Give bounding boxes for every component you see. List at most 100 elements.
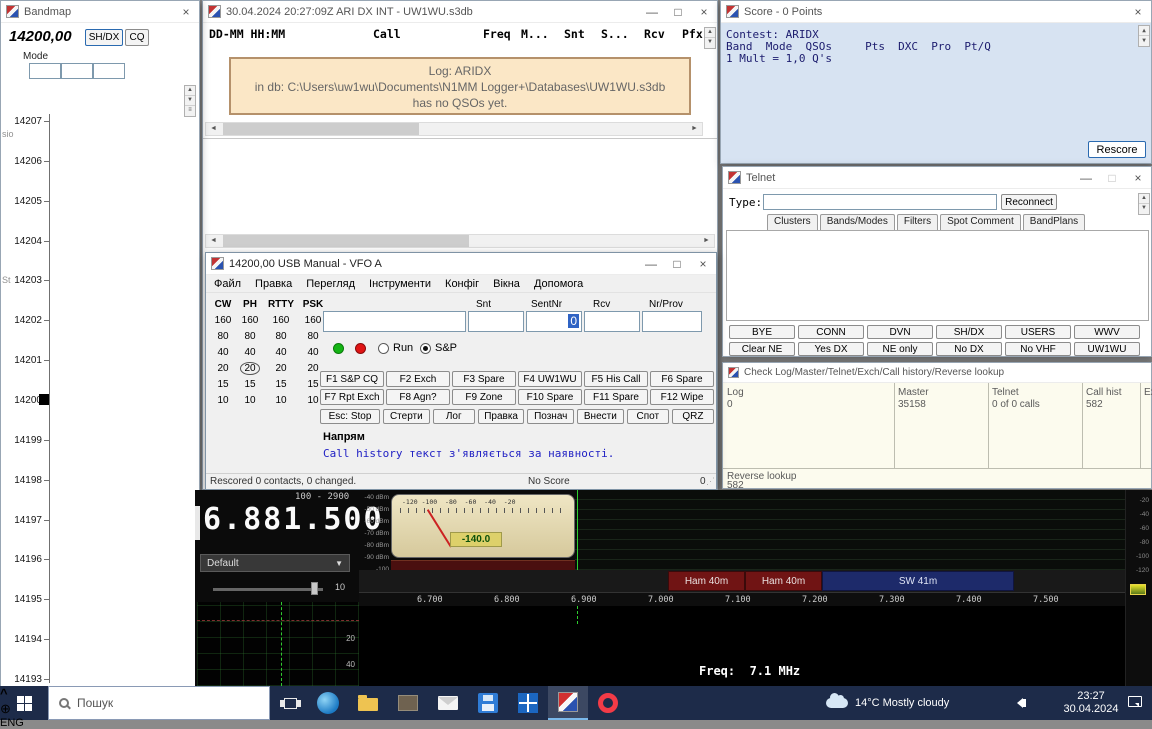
scrollbar-thumb[interactable]: [223, 123, 419, 135]
column-header-snt[interactable]: Snt: [564, 27, 585, 41]
column-header-call[interactable]: Call: [373, 27, 401, 41]
scroll-left-icon[interactable]: ◄: [206, 235, 221, 247]
entry-titlebar[interactable]: 14200,00 USB Manual - VFO A — □ ×: [206, 253, 716, 275]
maximize-icon[interactable]: □: [664, 254, 690, 274]
band-cell[interactable]: 80: [236, 331, 264, 342]
qrz-button[interactable]: QRZ: [672, 409, 714, 424]
telnet-conn-button[interactable]: CONN: [798, 325, 864, 339]
f11-button[interactable]: F11 Spare: [584, 389, 648, 405]
column-header-freq[interactable]: Freq: [483, 27, 511, 41]
column-header-pfx[interactable]: Pfx: [682, 27, 703, 41]
rescore-button[interactable]: Rescore: [1088, 141, 1146, 158]
cq-button[interactable]: CQ: [125, 29, 149, 46]
band-cell[interactable]: 15: [236, 379, 264, 390]
band-cell[interactable]: 20: [210, 363, 236, 374]
close-icon[interactable]: ×: [173, 2, 199, 22]
edit-button[interactable]: Правка: [478, 409, 525, 424]
sentnr-input[interactable]: 0: [526, 311, 582, 332]
f3-button[interactable]: F3 Spare: [452, 371, 516, 387]
scrollbar-thumb[interactable]: [223, 235, 469, 247]
maximize-icon[interactable]: □: [1099, 168, 1125, 188]
frequency-scale[interactable]: 6.700 6.800 6.900 7.000 7.100 7.200 7.30…: [359, 592, 1125, 606]
minimize-icon[interactable]: —: [638, 254, 664, 274]
taskbar-browser-icon[interactable]: [308, 686, 348, 720]
tab-spot-comment[interactable]: Spot Comment: [940, 214, 1021, 230]
f12-button[interactable]: F12 Wipe: [650, 389, 714, 405]
minimize-icon[interactable]: —: [1073, 168, 1099, 188]
column-header-datetime[interactable]: DD-MM HH:MM: [209, 27, 285, 41]
close-icon[interactable]: ×: [691, 2, 717, 22]
rcv-input[interactable]: [584, 311, 640, 332]
f1-button[interactable]: F1 S&P CQ: [320, 371, 384, 387]
f9-button[interactable]: F9 Zone: [452, 389, 516, 405]
colorbar-thumb[interactable]: [1130, 584, 1146, 595]
store-button[interactable]: Внести: [577, 409, 624, 424]
telnet-users-button[interactable]: USERS: [1005, 325, 1071, 339]
esc-stop-button[interactable]: Esc: Stop: [320, 409, 380, 424]
clock[interactable]: 23:27 30.04.2024: [1060, 690, 1122, 716]
close-icon[interactable]: ×: [1125, 2, 1151, 22]
bandmap-titlebar[interactable]: Bandmap ×: [1, 1, 199, 23]
band-mode-panel[interactable]: CW PH RTTY PSK 160160160160 80808080 404…: [210, 296, 328, 408]
telnet-type-input[interactable]: [763, 194, 997, 210]
menu-tools[interactable]: Інструменти: [369, 278, 431, 290]
log-button[interactable]: Лог: [433, 409, 475, 424]
band-cell[interactable]: 40: [210, 347, 236, 358]
snt-input[interactable]: [468, 311, 524, 332]
nrprov-input[interactable]: [642, 311, 702, 332]
bandmap-spinner[interactable]: ▲▼≡: [184, 85, 196, 117]
score-titlebar[interactable]: Score - 0 Points ×: [721, 1, 1151, 23]
taskbar-tiles-icon[interactable]: [508, 686, 548, 720]
taskbar-mail-icon[interactable]: [428, 686, 468, 720]
telnet-no-vhf-button[interactable]: No VHF: [1005, 342, 1071, 356]
tab-bands-modes[interactable]: Bands/Modes: [820, 214, 895, 230]
spot-button[interactable]: Спот: [627, 409, 669, 424]
telnet-no-dx-button[interactable]: No DX: [936, 342, 1002, 356]
sp-radio[interactable]: S&P: [420, 342, 457, 354]
waterfall[interactable]: Freq: 7.1 MHz: [359, 606, 1125, 686]
score-spinner[interactable]: ▲▼: [1138, 25, 1150, 47]
close-icon[interactable]: ×: [690, 254, 716, 274]
volume-icon[interactable]: [1012, 698, 1026, 708]
telnet-shdx-button[interactable]: SH/DX: [936, 325, 1002, 339]
band-cell[interactable]: 10: [210, 395, 236, 406]
scroll-right-icon[interactable]: ►: [687, 123, 702, 135]
f4-button[interactable]: F4 UW1WU: [518, 371, 582, 387]
band-bar-sw41m[interactable]: SW 41m: [822, 571, 1014, 591]
band-cell[interactable]: 160: [236, 315, 264, 326]
band-cell[interactable]: 160: [210, 315, 236, 326]
log-titlebar[interactable]: 30.04.2024 20:27:09Z ARI DX INT - UW1WU.…: [203, 1, 717, 23]
start-button[interactable]: [0, 686, 48, 720]
f8-button[interactable]: F8 Agn?: [386, 389, 450, 405]
sdr-frequency-display[interactable]: 6.881.500: [203, 502, 384, 537]
band-cell[interactable]: 15: [264, 379, 298, 390]
wipe-button[interactable]: Стерти: [383, 409, 430, 424]
band-cell[interactable]: 10: [236, 395, 264, 406]
menu-view[interactable]: Перегляд: [306, 278, 355, 290]
band-cell[interactable]: 15: [210, 379, 236, 390]
f6-button[interactable]: F6 Spare: [650, 371, 714, 387]
band-cell[interactable]: 20: [264, 363, 298, 374]
telnet-spinner[interactable]: ▲▼: [1138, 193, 1150, 215]
column-header-rcv[interactable]: Rcv: [644, 27, 665, 41]
menu-edit[interactable]: Правка: [255, 278, 292, 290]
tab-filters[interactable]: Filters: [897, 214, 938, 230]
telnet-ne-only-button[interactable]: NE only: [867, 342, 933, 356]
band-cell-selected[interactable]: 20: [236, 363, 264, 374]
band-cell[interactable]: 160: [264, 315, 298, 326]
band-cell[interactable]: 40: [298, 347, 328, 358]
minimize-icon[interactable]: —: [639, 2, 665, 22]
taskbar-opera-icon[interactable]: [588, 686, 628, 720]
column-header-s[interactable]: S...: [601, 27, 629, 41]
log-hscrollbar-bottom[interactable]: ◄ ►: [205, 234, 715, 248]
bandmap-filter-box-2[interactable]: [61, 63, 93, 79]
check-titlebar[interactable]: Check Log/Master/Telnet/Exch/Call histor…: [723, 363, 1151, 383]
weather-widget[interactable]: 14°C Mostly cloudy: [820, 686, 949, 720]
preset-dropdown[interactable]: Default ▼: [200, 554, 350, 572]
shdx-button[interactable]: SH/DX: [85, 29, 123, 46]
tab-bandplans[interactable]: BandPlans: [1023, 214, 1085, 230]
scroll-right-icon[interactable]: ►: [699, 235, 714, 247]
resize-grip-icon[interactable]: ⋰: [706, 476, 715, 487]
band-cell[interactable]: 80: [264, 331, 298, 342]
bandmap-scale[interactable]: 14207 14206 14205 14204 14203 14202 1420…: [1, 106, 201, 685]
